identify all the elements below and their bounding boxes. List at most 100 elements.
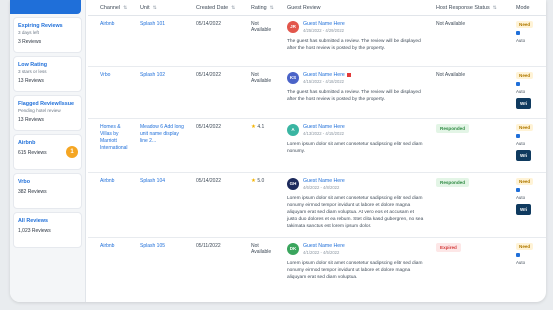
created-date: 05/11/2022	[196, 243, 221, 249]
table-row[interactable]: Vrbo Splash 102 05/14/2022 Not Available…	[88, 67, 546, 119]
write-response-button[interactable]: Wri	[516, 204, 532, 215]
stay-dates: 4/13/2022 - 4/15/2022	[303, 131, 344, 136]
unit-link[interactable]: Splash 102	[132, 67, 188, 118]
guest-avatar: A	[287, 124, 299, 136]
guest-avatar: JR	[287, 21, 299, 33]
sort-icon[interactable]: ⇅	[231, 5, 235, 11]
column-header-created-date[interactable]: Created Date ⇅	[188, 5, 243, 11]
flag-icon	[346, 72, 351, 77]
mode-cell: Need Auto	[514, 16, 546, 66]
channel-link[interactable]: Vrbo	[88, 67, 132, 118]
filter-card-all[interactable]: All Reviews 1,023 Reviews	[13, 212, 82, 248]
mode-auto-label: Auto	[516, 260, 526, 265]
channel-link[interactable]: Airbnb	[88, 173, 132, 237]
guest-review: A Guest Name Here 4/13/2022 - 4/15/2022 …	[279, 119, 424, 172]
checkbox-icon[interactable]	[516, 134, 520, 138]
write-response-button[interactable]: Wri	[516, 150, 532, 161]
table-row[interactable]: Homes & Villas by Marriott International…	[88, 119, 546, 173]
rating-cell: ★ 4.1	[243, 119, 279, 172]
guest-name[interactable]: Guest Name Here	[303, 72, 351, 78]
column-header-channel[interactable]: Channel ⇅	[88, 5, 132, 11]
checkbox-icon[interactable]	[516, 253, 520, 257]
filter-card-title: All Reviews	[18, 218, 48, 224]
mode-tag: Need	[516, 243, 534, 250]
column-header-response-status[interactable]: Host Response Status ⇅	[424, 5, 514, 11]
column-header-label: Created Date	[196, 4, 229, 11]
stay-dates: 4/15/2022 - 4/18/2022	[303, 79, 344, 84]
table-row[interactable]: Airbnb Splash 104 05/14/2022 ★ 5.0 GH Gu…	[88, 173, 546, 238]
response-status-cell: Responded	[424, 119, 514, 172]
rating-value: Not Available	[251, 72, 272, 84]
stay-dates: 4/25/2022 - 4/29/2022	[303, 28, 344, 33]
column-header-unit[interactable]: Unit ⇅	[132, 5, 188, 11]
checkbox-icon[interactable]	[516, 188, 520, 192]
sort-icon[interactable]: ⇅	[270, 5, 274, 11]
table-row[interactable]: Airbnb Splash 105 05/11/2022 Not Availab…	[88, 238, 546, 302]
guest-name[interactable]: Guest Name Here	[303, 124, 345, 130]
checkbox-icon[interactable]	[516, 31, 520, 35]
unit-link[interactable]: Splash 104	[132, 173, 188, 237]
filter-card-title: Vrbo	[18, 179, 30, 185]
filter-card-title: Airbnb	[18, 140, 36, 146]
filter-card-subtitle: 3 days left	[18, 30, 39, 35]
filter-card-count: 13 Reviews	[18, 78, 44, 84]
stay-dates: 4/1/2022 - 4/5/2022	[303, 250, 340, 255]
mode-checkbox[interactable]	[516, 134, 546, 138]
column-header-label: Rating	[251, 4, 267, 11]
column-header-guest-review: Guest Review	[279, 5, 424, 11]
guest-name[interactable]: Guest Name Here	[303, 178, 345, 184]
sort-icon[interactable]: ⇅	[493, 5, 497, 11]
reviews-window: Expiring Reviews 3 days left 3 Reviews L…	[10, 0, 546, 302]
filter-card-count: 3 Reviews	[18, 39, 42, 45]
write-response-button[interactable]: Wri	[516, 98, 532, 109]
filter-card-title: Expiring Reviews	[18, 23, 63, 29]
guest-review: GH Guest Name Here 4/6/2022 - 4/8/2022 L…	[279, 173, 424, 237]
unit-link[interactable]: Meadow 6 Add long unit name display line…	[132, 119, 188, 172]
unit-link[interactable]: Splash 105	[132, 238, 188, 302]
column-header-rating[interactable]: Rating ⇅	[243, 5, 279, 11]
filter-card-vrbo[interactable]: Vrbo 382 Reviews	[13, 173, 82, 209]
mode-checkbox[interactable]	[516, 253, 546, 257]
mode-cell: Need Auto Wri	[514, 67, 546, 118]
column-header-label: Mode	[516, 4, 530, 11]
created-date: 05/14/2022	[196, 21, 222, 27]
checkbox-icon[interactable]	[516, 82, 520, 86]
mode-tag: Need	[516, 21, 534, 28]
guest-review: DK Guest Name Here 4/1/2022 - 4/5/2022 L…	[279, 238, 424, 302]
filter-card-expiring[interactable]: Expiring Reviews 3 days left 3 Reviews	[13, 17, 82, 53]
unit-link[interactable]: Splash 101	[132, 16, 188, 66]
mode-auto-label: Auto	[516, 195, 526, 200]
guest-review: KS Guest Name Here 4/15/2022 - 4/18/2022…	[279, 67, 424, 118]
column-header-label: Host Response Status	[436, 4, 490, 11]
guest-name[interactable]: Guest Name Here	[303, 21, 345, 27]
guest-name[interactable]: Guest Name Here	[303, 243, 345, 249]
mode-checkbox[interactable]	[516, 82, 546, 86]
response-status-cell: Responded	[424, 173, 514, 237]
mode-auto-label: Auto	[516, 89, 526, 94]
mode-checkbox[interactable]	[516, 31, 546, 35]
status-badge: Responded	[436, 124, 470, 133]
star-icon: ★	[251, 124, 256, 130]
channel-link[interactable]: Homes & Villas by Marriott International	[88, 119, 132, 172]
channel-link[interactable]: Airbnb	[88, 16, 132, 66]
sort-icon[interactable]: ⇅	[153, 5, 157, 11]
filter-card-subtitle: 3 stars or less	[18, 69, 47, 74]
sort-icon[interactable]: ⇅	[123, 5, 127, 11]
notification-badge: 1	[66, 146, 78, 158]
rating-value: Not Available	[251, 21, 272, 33]
mode-auto-label: Auto	[516, 38, 526, 43]
channel-link[interactable]: Airbnb	[88, 238, 132, 302]
filter-card-airbnb[interactable]: Airbnb 615 Reviews 1	[13, 134, 82, 170]
filter-card-low-rating[interactable]: Low Rating 3 stars or less 13 Reviews	[13, 56, 82, 92]
guest-review: JR Guest Name Here 4/25/2022 - 4/29/2022…	[279, 16, 424, 66]
mode-checkbox[interactable]	[516, 188, 546, 192]
filter-card-flagged[interactable]: Flagged Review/Issue Pending hotel revie…	[13, 95, 82, 131]
mode-cell: Need Auto	[514, 238, 546, 302]
review-text: Lorem ipsum dolor sit amet consetetur sa…	[287, 261, 423, 280]
sidebar-top-tab[interactable]	[10, 0, 81, 14]
review-text: The guest has submitted a review. The re…	[287, 90, 421, 102]
table-row[interactable]: Airbnb Splash 101 05/14/2022 Not Availab…	[88, 16, 546, 67]
star-icon: ★	[251, 178, 256, 184]
response-status: Not Available	[436, 21, 466, 27]
rating-value: Not Available	[251, 243, 272, 255]
